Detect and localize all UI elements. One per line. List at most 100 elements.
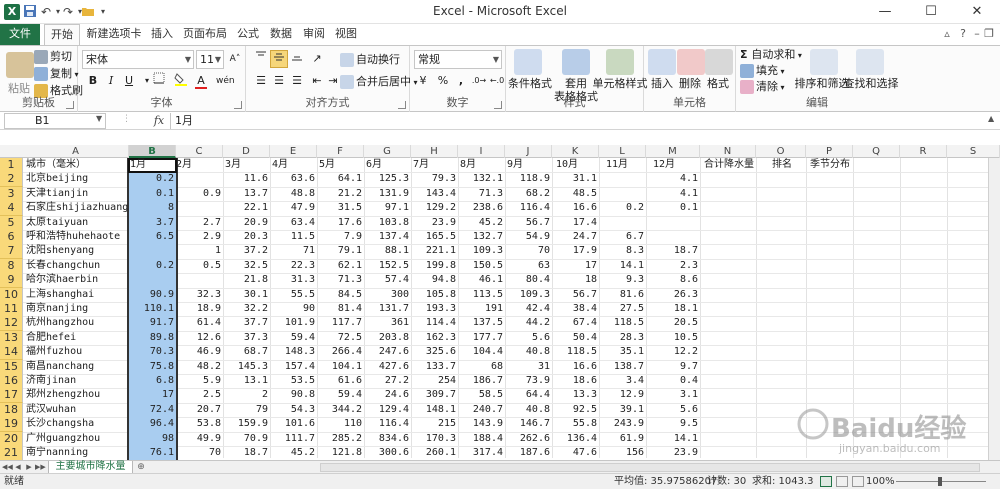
value-cell[interactable]: 11.5 [270, 230, 317, 244]
value-cell[interactable]: 18.7 [646, 244, 700, 258]
value-cell[interactable]: 4.1 [646, 187, 700, 201]
value-cell[interactable]: 23.9 [646, 446, 700, 460]
value-cell[interactable]: 96.4 [129, 417, 176, 431]
header-cell[interactable]: 合计降水量 [704, 158, 754, 172]
value-cell[interactable]: 427.6 [364, 360, 411, 374]
header-cell[interactable]: 12月 [653, 158, 675, 172]
value-cell[interactable]: 148.1 [411, 403, 458, 417]
city-cell[interactable]: 长春changchun [26, 259, 129, 273]
value-cell[interactable]: 133.7 [411, 360, 458, 374]
value-cell[interactable]: 116.4 [505, 201, 552, 215]
value-cell[interactable]: 73.9 [505, 374, 552, 388]
value-cell[interactable]: 101.6 [270, 417, 317, 431]
row-header-9[interactable]: 9 [0, 273, 23, 288]
page-break-view-icon[interactable] [852, 476, 864, 487]
column-header-b[interactable]: B [129, 145, 176, 158]
value-cell[interactable]: 260.1 [411, 446, 458, 460]
city-cell[interactable]: 呼和浩特huhehaote [26, 230, 129, 244]
font-launcher-icon[interactable] [234, 101, 242, 109]
row-header-14[interactable]: 14 [0, 345, 23, 360]
value-cell[interactable]: 17.4 [552, 216, 599, 230]
value-cell[interactable]: 49.9 [176, 432, 223, 446]
value-cell[interactable]: 47.9 [270, 201, 317, 215]
sort-filter-icon[interactable] [810, 49, 838, 75]
value-cell[interactable]: 90.9 [129, 288, 176, 302]
fill-color-icon[interactable] [172, 72, 190, 90]
value-cell[interactable]: 27.5 [599, 302, 646, 316]
value-cell[interactable]: 0.4 [646, 374, 700, 388]
value-cell[interactable]: 203.8 [364, 331, 411, 345]
value-cell[interactable]: 9.3 [599, 273, 646, 287]
value-cell[interactable]: 110.1 [129, 302, 176, 316]
header-cell[interactable]: 城市（毫米） [26, 158, 86, 172]
value-cell[interactable]: 16.6 [552, 360, 599, 374]
value-cell[interactable]: 68.2 [505, 187, 552, 201]
value-cell[interactable]: 71.3 [458, 187, 505, 201]
value-cell[interactable]: 266.4 [317, 345, 364, 359]
value-cell[interactable]: 21.2 [317, 187, 364, 201]
row-header-17[interactable]: 17 [0, 388, 23, 403]
value-cell[interactable]: 46.1 [458, 273, 505, 287]
column-header-m[interactable]: M [646, 145, 700, 158]
value-cell[interactable]: 0.1 [129, 187, 176, 201]
value-cell[interactable]: 834.6 [364, 432, 411, 446]
value-cell[interactable]: 4.1 [646, 172, 700, 186]
font-size-select[interactable]: 11 ▼ [196, 50, 224, 69]
row-header-2[interactable]: 2 [0, 172, 23, 187]
value-cell[interactable]: 54.9 [505, 230, 552, 244]
value-cell[interactable]: 45.2 [270, 446, 317, 460]
value-cell[interactable]: 199.8 [411, 259, 458, 273]
align-center-icon[interactable]: ☰ [270, 72, 288, 90]
increase-decimal-icon[interactable]: .0→ [470, 72, 488, 90]
value-cell[interactable]: 32.2 [223, 302, 270, 316]
alignment-launcher-icon[interactable] [398, 101, 406, 109]
value-cell[interactable]: 79 [223, 403, 270, 417]
value-cell[interactable]: 70.3 [129, 345, 176, 359]
value-cell[interactable]: 16.6 [552, 201, 599, 215]
column-header-j[interactable]: J [505, 145, 552, 158]
name-box-dropdown-icon[interactable]: ▼ [96, 114, 102, 123]
value-cell[interactable]: 105.8 [411, 288, 458, 302]
fill-button[interactable]: 填充 ▾ [740, 64, 785, 79]
value-cell[interactable]: 262.6 [505, 432, 552, 446]
insert-cells-icon[interactable] [648, 49, 676, 75]
value-cell[interactable]: 186.7 [458, 374, 505, 388]
tab-file[interactable]: 文件 [0, 24, 40, 45]
value-cell[interactable]: 23.9 [411, 216, 458, 230]
header-cell[interactable]: 10月 [556, 158, 578, 172]
row-header-3[interactable]: 3 [0, 187, 23, 202]
value-cell[interactable]: 0.2 [129, 259, 176, 273]
value-cell[interactable]: 91.7 [129, 316, 176, 330]
value-cell[interactable]: 56.7 [552, 288, 599, 302]
city-cell[interactable]: 北京beijing [26, 172, 129, 186]
column-header-r[interactable]: R [900, 145, 947, 158]
value-cell[interactable]: 44.2 [505, 316, 552, 330]
find-select-button[interactable]: 查找和选择 [842, 75, 900, 91]
value-cell[interactable]: 243.9 [599, 417, 646, 431]
row-header-21[interactable]: 21 [0, 446, 23, 461]
city-cell[interactable]: 广州guangzhou [26, 432, 129, 446]
value-cell[interactable]: 2.7 [176, 216, 223, 230]
value-cell[interactable]: 145.3 [223, 360, 270, 374]
value-cell[interactable]: 188.4 [458, 432, 505, 446]
value-cell[interactable]: 300 [364, 288, 411, 302]
value-cell[interactable]: 300.6 [364, 446, 411, 460]
value-cell[interactable]: 221.1 [411, 244, 458, 258]
value-cell[interactable]: 131.7 [364, 302, 411, 316]
font-name-select[interactable]: 宋体 ▼ [82, 50, 194, 69]
header-cell[interactable]: 1月 [130, 158, 146, 172]
value-cell[interactable]: 2.5 [176, 388, 223, 402]
value-cell[interactable]: 55.5 [270, 288, 317, 302]
close-button[interactable]: ✕ [954, 0, 1000, 24]
header-cell[interactable]: 9月 [507, 158, 523, 172]
value-cell[interactable]: 72.4 [129, 403, 176, 417]
value-cell[interactable]: 80.4 [505, 273, 552, 287]
value-cell[interactable]: 109.3 [458, 244, 505, 258]
column-header-c[interactable]: C [176, 145, 223, 158]
value-cell[interactable]: 7.9 [317, 230, 364, 244]
value-cell[interactable]: 193.3 [411, 302, 458, 316]
value-cell[interactable]: 344.2 [317, 403, 364, 417]
value-cell[interactable]: 68 [458, 360, 505, 374]
value-cell[interactable]: 75.8 [129, 360, 176, 374]
value-cell[interactable]: 104.4 [458, 345, 505, 359]
